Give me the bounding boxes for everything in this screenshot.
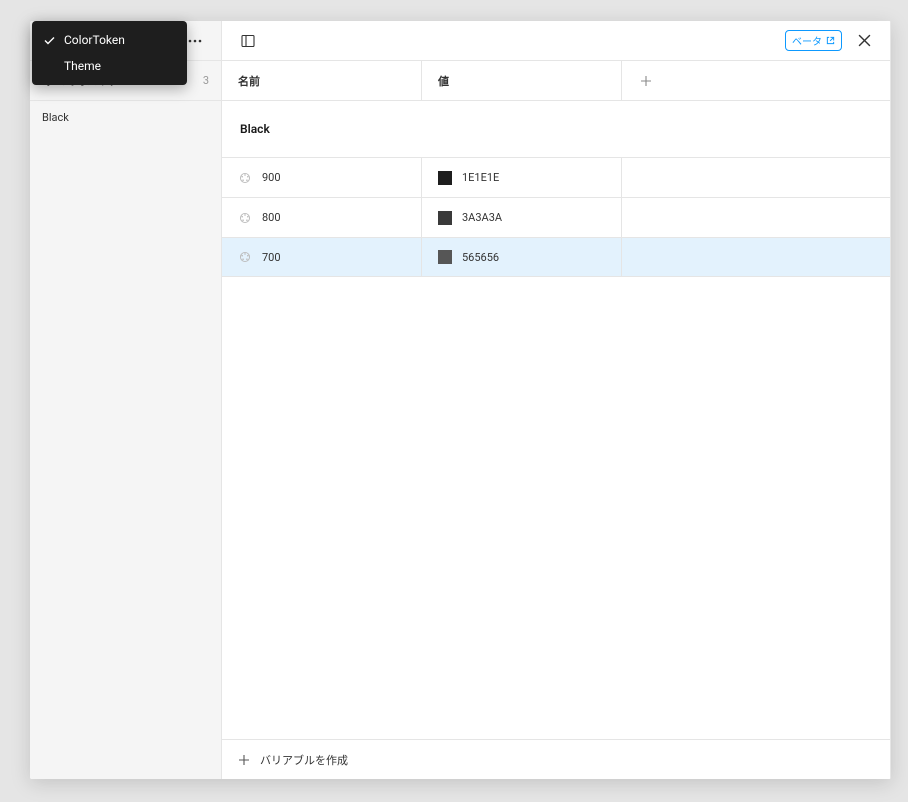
column-header-value[interactable]: 値: [422, 61, 622, 100]
plus-icon: [238, 754, 250, 766]
external-link-icon: [826, 36, 835, 45]
variable-name-cell[interactable]: 900: [222, 158, 422, 197]
dropdown-item-label: Theme: [64, 59, 101, 73]
table-body: Black 900 1E1E1E 800: [222, 101, 890, 739]
table-row[interactable]: 800 3A3A3A: [222, 197, 890, 237]
variable-name: 900: [262, 171, 281, 184]
check-icon: [44, 36, 55, 45]
beta-label: ベータ: [792, 33, 822, 48]
group-title: Black: [240, 122, 270, 136]
color-swatch: [438, 171, 452, 185]
variable-extra-cell[interactable]: [622, 158, 890, 197]
table-row[interactable]: 900 1E1E1E: [222, 157, 890, 197]
color-swatch: [438, 211, 452, 225]
close-button[interactable]: [850, 27, 878, 55]
sidebar-item-black[interactable]: Black: [30, 101, 221, 133]
color-swatch: [438, 250, 452, 264]
sidebar: すべてのバリア… 3 Black: [30, 21, 222, 779]
group-header[interactable]: Black: [222, 101, 890, 157]
create-variable-button[interactable]: バリアブルを作成: [222, 739, 890, 779]
ellipsis-icon: [188, 39, 202, 43]
sidebar-item-label: Black: [42, 111, 69, 124]
table-header: 名前 値: [222, 61, 890, 101]
beta-button[interactable]: ベータ: [785, 30, 842, 51]
table-row[interactable]: 700 565656: [222, 237, 890, 277]
main-area: ベータ 名前 値 Black 900: [222, 21, 891, 779]
variable-value-cell[interactable]: 1E1E1E: [422, 158, 622, 197]
dropdown-item-theme[interactable]: Theme: [32, 53, 187, 79]
column-header-name[interactable]: 名前: [222, 61, 422, 100]
dropdown-item-colortoken[interactable]: ColorToken: [32, 27, 187, 53]
main-toolbar: ベータ: [222, 21, 890, 61]
close-icon: [858, 34, 871, 47]
plus-icon: [640, 75, 652, 87]
sidebar-count: 3: [203, 74, 209, 87]
color-type-icon: [238, 171, 252, 185]
variable-name-cell[interactable]: 700: [222, 238, 422, 276]
color-type-icon: [238, 250, 252, 264]
panel-icon: [241, 34, 255, 48]
toggle-sidebar-button[interactable]: [234, 27, 262, 55]
variable-value: 3A3A3A: [462, 211, 502, 224]
dropdown-item-label: ColorToken: [64, 33, 125, 47]
variable-name: 800: [262, 211, 281, 224]
collection-dropdown: ColorToken Theme: [32, 21, 187, 85]
variable-name-cell[interactable]: 800: [222, 198, 422, 237]
color-type-icon: [238, 211, 252, 225]
variable-value: 565656: [462, 251, 499, 264]
variable-value: 1E1E1E: [462, 171, 499, 184]
variable-name: 700: [262, 251, 281, 264]
variable-value-cell[interactable]: 565656: [422, 238, 622, 276]
check-slot: [42, 36, 56, 45]
create-variable-label: バリアブルを作成: [260, 752, 348, 768]
variable-value-cell[interactable]: 3A3A3A: [422, 198, 622, 237]
variables-panel: すべてのバリア… 3 Black ベータ 名前 値: [30, 21, 891, 779]
variable-extra-cell[interactable]: [622, 198, 890, 237]
variable-extra-cell[interactable]: [622, 238, 890, 276]
add-mode-button[interactable]: [634, 69, 658, 93]
column-header-add: [622, 61, 890, 100]
